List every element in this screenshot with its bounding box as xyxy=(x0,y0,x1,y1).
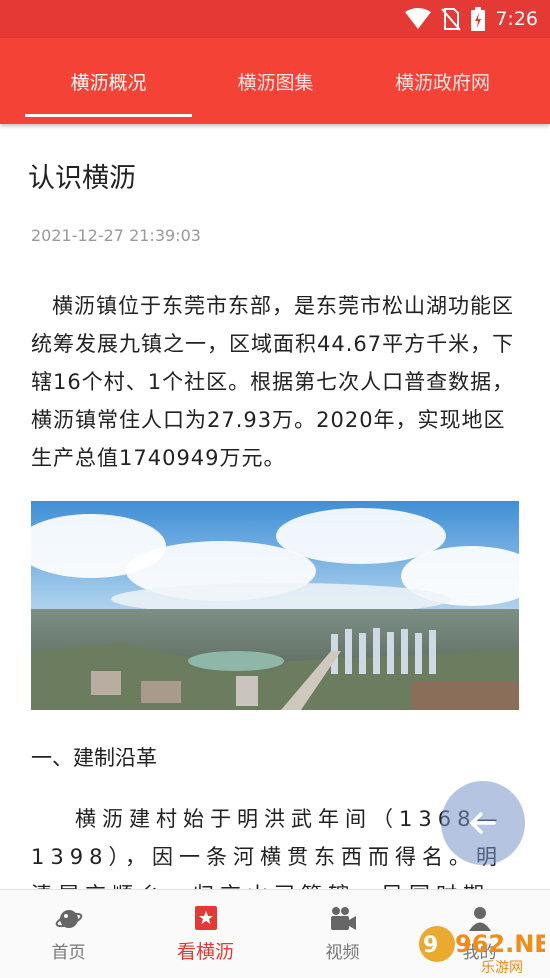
svg-text:9: 9 xyxy=(423,933,438,958)
article-paragraph: 横沥镇位于东莞市东部，是东莞市松山湖功能区统筹发展九镇之一，区域面积44.67平… xyxy=(31,294,515,470)
nav-label: 看横沥 xyxy=(176,940,234,963)
status-icons: 7:26 xyxy=(405,0,538,38)
battery-charging-icon xyxy=(471,7,486,31)
video-camera-icon xyxy=(330,906,356,930)
back-button[interactable] xyxy=(441,781,525,865)
town-aerial-photo xyxy=(31,501,519,710)
nav-label: 视频 xyxy=(325,942,360,963)
planet-icon xyxy=(55,909,82,928)
no-sim-icon xyxy=(441,8,462,31)
active-tab-indicator xyxy=(25,114,192,117)
watermark-brand: 962.NET xyxy=(455,930,545,958)
watermark-subtitle: 乐游网 xyxy=(481,960,523,976)
article-date: 2021-12-27 21:39:03 xyxy=(31,226,201,245)
nav-item-video[interactable]: 视频 xyxy=(274,890,411,978)
article-content[interactable]: 认识横沥 2021-12-27 21:39:03 横沥镇位于东莞市东部，是东莞市… xyxy=(0,124,550,889)
arrow-left-icon xyxy=(470,812,496,834)
article-title: 认识横沥 xyxy=(28,163,136,194)
tab-gallery[interactable]: 横沥图集 xyxy=(192,38,359,124)
tab-overview[interactable]: 横沥概况 xyxy=(25,38,192,124)
top-tab-bar: 横沥概况 横沥图集 横沥政府网 xyxy=(0,38,550,124)
nav-item-discover[interactable]: 看横沥 xyxy=(137,890,274,978)
nav-label: 首页 xyxy=(51,942,86,963)
status-time: 7:26 xyxy=(495,8,538,30)
status-bar: 7:26 xyxy=(0,0,550,38)
nav-item-home[interactable]: 首页 xyxy=(0,890,137,978)
site-watermark-logo: 9 962.NET 乐游网 xyxy=(419,926,545,976)
tab-government-site[interactable]: 横沥政府网 xyxy=(359,38,526,124)
section-heading: 一、建制沿革 xyxy=(31,746,157,770)
bookmark-icon xyxy=(194,905,217,930)
wifi-icon xyxy=(405,8,432,29)
